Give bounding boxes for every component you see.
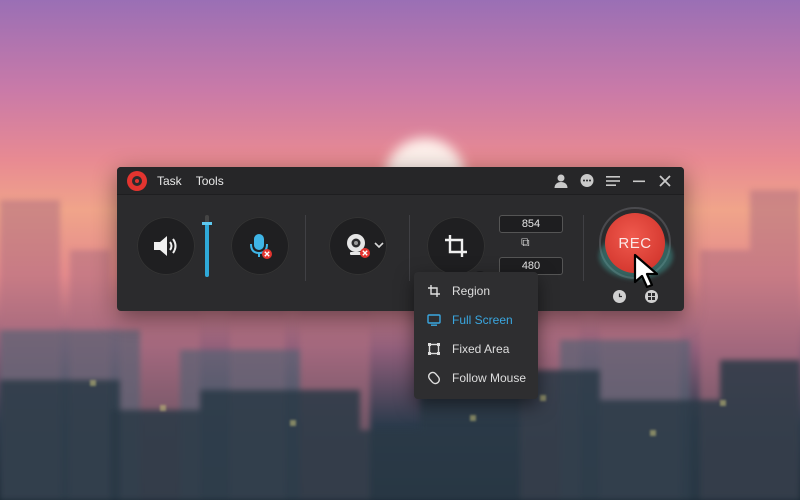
microphone-off-icon xyxy=(250,234,272,259)
menu-item-label: Fixed Area xyxy=(452,341,510,356)
recorder-controls: 854 ⧉ 480 REC xyxy=(117,195,684,311)
mouse-cursor-icon xyxy=(633,253,659,289)
menu-item-label: Full Screen xyxy=(452,312,513,327)
menu-item-full-screen[interactable]: Full Screen xyxy=(414,305,538,334)
crop-icon xyxy=(426,283,442,299)
app-logo xyxy=(127,170,147,191)
divider xyxy=(305,215,306,281)
divider xyxy=(409,215,410,281)
capture-area-button[interactable] xyxy=(427,217,485,275)
menu-item-region[interactable]: Region xyxy=(414,276,538,305)
speaker-icon xyxy=(154,236,177,256)
account-icon[interactable] xyxy=(552,172,570,190)
webcam-dropdown-chevron-icon[interactable] xyxy=(373,240,385,250)
menu-item-follow-mouse[interactable]: Follow Mouse xyxy=(414,363,538,392)
system-sound-button[interactable] xyxy=(137,217,195,275)
menu-item-fixed-area[interactable]: Fixed Area xyxy=(414,334,538,363)
schedule-clock-icon[interactable] xyxy=(613,290,626,303)
volume-knob[interactable] xyxy=(202,222,212,226)
fixed-area-icon xyxy=(426,341,442,357)
aspect-lock-icon[interactable]: ⧉ xyxy=(521,235,530,250)
minimize-icon[interactable] xyxy=(630,172,648,190)
menu-item-label: Region xyxy=(452,283,491,298)
crop-icon xyxy=(445,235,467,257)
divider xyxy=(583,215,584,281)
capture-mode-menu: Region Full Screen Fixed Area Follow Mou… xyxy=(414,272,538,399)
volume-level xyxy=(205,224,209,277)
monitor-icon xyxy=(426,312,442,328)
chat-icon[interactable] xyxy=(578,172,596,190)
webcam-off-icon xyxy=(347,234,370,258)
width-field[interactable]: 854 xyxy=(499,215,563,233)
microphone-button[interactable] xyxy=(231,217,289,275)
title-bar: Task Tools xyxy=(117,167,684,195)
volume-slider[interactable] xyxy=(202,215,212,277)
menu-tools[interactable]: Tools xyxy=(196,174,224,188)
close-icon[interactable] xyxy=(656,172,674,190)
menu-item-label: Follow Mouse xyxy=(452,370,527,385)
menu-task[interactable]: Task xyxy=(157,174,182,188)
menu-icon[interactable] xyxy=(604,172,622,190)
follow-mouse-icon xyxy=(426,370,442,386)
screen-recorder-window: Task Tools 854 ⧉ 480 REC xyxy=(117,167,684,311)
